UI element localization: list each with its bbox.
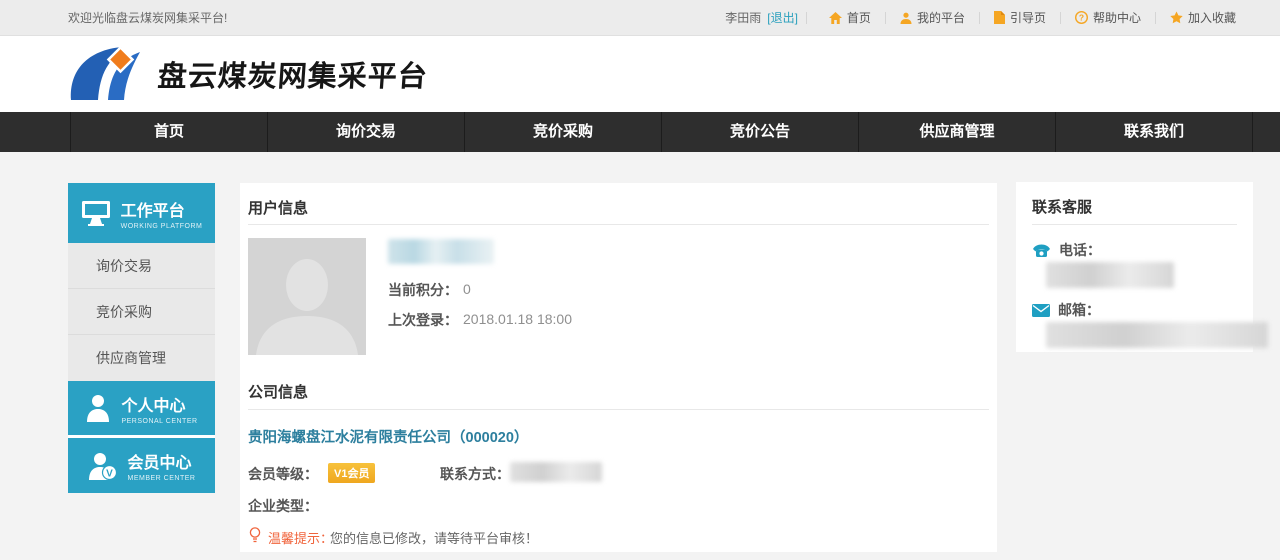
content-area: 工作平台 WORKING PLATFORM 询价交易 竞价采购 供应商管理 个人…	[0, 152, 1280, 560]
person-icon	[85, 394, 111, 422]
avatar	[248, 238, 366, 355]
topbar-link-label: 我的平台	[917, 9, 965, 26]
topbar-link-home[interactable]: 首页	[815, 9, 885, 26]
sidebar-work-title: 工作平台	[121, 197, 203, 221]
site-title: 盘云煤炭网集采平台	[157, 53, 430, 95]
sidebar-item-inquiry[interactable]: 询价交易	[68, 243, 215, 289]
tip-text: 您的信息已修改，请等待平台审核！	[330, 528, 538, 547]
sidebar-menu: 询价交易 竞价采购 供应商管理	[68, 243, 215, 381]
section-title-user-info: 用户信息	[248, 197, 308, 218]
user-info-panel: 用户信息 当前积分： 0 上次登录： 2018.01.18 18:00 公司信息…	[240, 183, 997, 552]
user-icon	[900, 12, 912, 24]
email-label: 邮箱：	[1058, 300, 1100, 320]
home-icon	[829, 12, 842, 24]
guide-icon	[994, 11, 1005, 24]
topbar-link-help[interactable]: ? 帮助中心	[1061, 9, 1155, 26]
lightbulb-icon	[249, 527, 261, 544]
svg-text:V: V	[106, 468, 113, 479]
phone-icon	[1032, 242, 1051, 258]
last-login-value: 2018.01.18 18:00	[463, 311, 572, 327]
topbar-link-label: 加入收藏	[1188, 9, 1236, 26]
email-row: 邮箱：	[1032, 300, 1100, 320]
logo-band: 盘云煤炭网集采平台	[0, 36, 1280, 112]
sidebar-member-center[interactable]: V 会员中心 MEMBER CENTER	[68, 438, 215, 493]
sidebar-personal-subtitle: PERSONAL CENTER	[121, 418, 197, 425]
divider	[806, 12, 807, 24]
sidebar-member-title: 会员中心	[128, 449, 196, 473]
contact-method-blur	[510, 462, 602, 482]
topbar-link-label: 首页	[847, 9, 871, 26]
divider	[248, 224, 989, 225]
topbar-link-guide[interactable]: 引导页	[980, 9, 1060, 26]
sidebar-work-platform[interactable]: 工作平台 WORKING PLATFORM	[68, 183, 215, 243]
member-level-badge: V1会员	[328, 463, 375, 483]
nav-item-supplier[interactable]: 供应商管理	[859, 112, 1056, 152]
phone-row: 电话：	[1032, 240, 1101, 260]
topbar-link-my-platform[interactable]: 我的平台	[886, 9, 979, 26]
topbar-link-label: 帮助中心	[1093, 9, 1141, 26]
sidebar: 工作平台 WORKING PLATFORM 询价交易 竞价采购 供应商管理 个人…	[68, 183, 215, 493]
nav-item-inquiry[interactable]: 询价交易	[268, 112, 465, 152]
nav-item-contact[interactable]: 联系我们	[1056, 112, 1253, 152]
star-icon	[1170, 11, 1183, 24]
points-value: 0	[463, 281, 471, 297]
sidebar-personal-title: 个人中心	[121, 392, 197, 416]
contact-method-label: 联系方式：	[440, 464, 510, 484]
topbar-link-favorite[interactable]: 加入收藏	[1156, 9, 1250, 26]
company-type-label: 企业类型：	[248, 496, 318, 516]
sidebar-item-supplier[interactable]: 供应商管理	[68, 335, 215, 381]
site-logo[interactable]: 盘云煤炭网集采平台	[68, 44, 428, 104]
envelope-icon	[1032, 304, 1050, 317]
username-blur	[388, 239, 494, 264]
member-icon: V	[88, 452, 118, 480]
points-label: 当前积分：	[388, 280, 458, 300]
help-icon: ?	[1075, 11, 1088, 24]
topbar-link-label: 引导页	[1010, 9, 1046, 26]
logo-icon	[68, 44, 148, 104]
svg-text:?: ?	[1079, 12, 1084, 22]
topbar: 欢迎光临盘云煤炭网集采平台! 李田雨 [退出] 首页 我的平台 引导页	[0, 0, 1280, 36]
sidebar-member-subtitle: MEMBER CENTER	[128, 475, 196, 482]
nav-item-bidding-notice[interactable]: 竞价公告	[662, 112, 859, 152]
phone-number-blur	[1046, 262, 1174, 288]
sidebar-item-bidding-purchase[interactable]: 竞价采购	[68, 289, 215, 335]
monitor-icon	[81, 200, 111, 226]
section-title-contact-service: 联系客服	[1032, 196, 1092, 217]
tip-label: 温馨提示：	[268, 528, 333, 547]
email-blur	[1046, 322, 1268, 348]
company-name-link[interactable]: 贵阳海螺盘江水泥有限责任公司（000020）	[248, 426, 528, 447]
divider	[1032, 224, 1237, 225]
last-login-label: 上次登录：	[388, 310, 458, 330]
sidebar-personal-center[interactable]: 个人中心 PERSONAL CENTER	[68, 381, 215, 438]
main-nav: 首页 询价交易 竞价采购 竞价公告 供应商管理 联系我们	[0, 112, 1280, 152]
divider	[248, 409, 989, 410]
sidebar-work-subtitle: WORKING PLATFORM	[121, 223, 203, 230]
phone-label: 电话：	[1059, 240, 1101, 260]
nav-item-home[interactable]: 首页	[70, 112, 268, 152]
welcome-text: 欢迎光临盘云煤炭网集采平台!	[68, 9, 227, 26]
member-level-label: 会员等级：	[248, 464, 318, 484]
logout-link[interactable]: [退出]	[767, 9, 798, 26]
nav-item-bidding-purchase[interactable]: 竞价采购	[465, 112, 662, 152]
contact-service-panel: 联系客服 电话： 邮箱：	[1016, 182, 1253, 352]
section-title-company-info: 公司信息	[248, 381, 308, 402]
username: 李田雨	[725, 9, 761, 26]
